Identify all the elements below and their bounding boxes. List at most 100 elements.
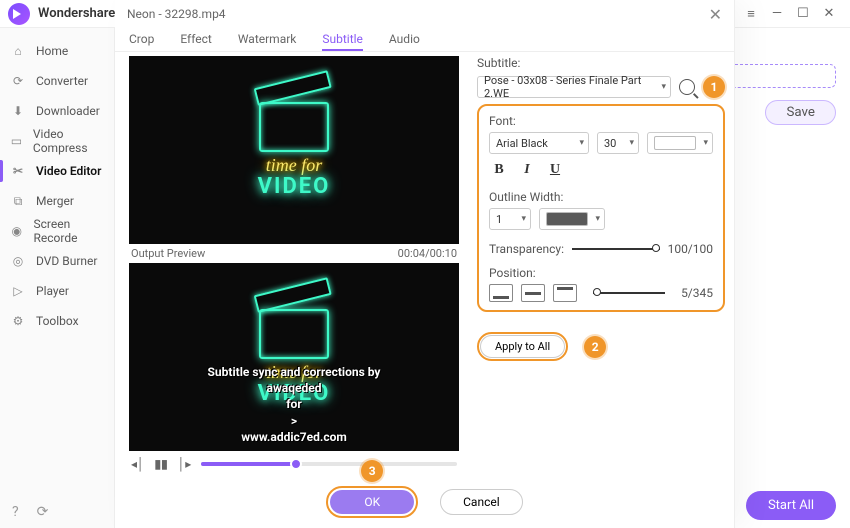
hamburger-icon[interactable]: ≡ (738, 4, 764, 24)
position-top-button[interactable] (553, 284, 577, 302)
next-button[interactable]: │▸ (178, 457, 192, 471)
sidebar-item-merger[interactable]: ⧉ Merger (0, 186, 114, 216)
sidebar-item-label: Toolbox (36, 314, 79, 328)
start-all-button[interactable]: Start All (746, 491, 836, 520)
annotation-2: 2 (584, 336, 606, 358)
editor-modal: Neon - 32298.mp4 ✕ Crop Effect Watermark… (115, 0, 735, 528)
home-icon: ⌂ (10, 43, 26, 59)
preview-label: Output Preview (131, 247, 205, 260)
tab-effect[interactable]: Effect (180, 32, 212, 51)
sidebar-item-label: Merger (36, 194, 74, 208)
font-size-select[interactable]: 30 (597, 132, 639, 154)
ok-button[interactable]: OK (330, 490, 414, 514)
position-value: 5/345 (681, 286, 713, 300)
font-name-select[interactable]: Arial Black (489, 132, 589, 154)
tab-watermark[interactable]: Watermark (238, 32, 297, 51)
help-icon[interactable]: ? (12, 504, 19, 520)
font-label: Font: (489, 114, 713, 128)
dvd-icon: ◎ (10, 253, 26, 269)
app-name: Wondershare (38, 6, 115, 21)
apply-to-all-button[interactable]: Apply to All (480, 335, 565, 358)
sidebar-item-label: Downloader (36, 104, 100, 118)
position-label: Position: (489, 266, 713, 280)
prev-button[interactable]: ◂│ (131, 457, 145, 471)
minimize-button[interactable]: — (764, 4, 790, 24)
apply-highlight: Apply to All (477, 332, 568, 361)
player-controls: ◂│ ▮▮ │▸ (129, 451, 459, 477)
sidebar-item-downloader[interactable]: ⬇ Downloader (0, 96, 114, 126)
tab-subtitle[interactable]: Subtitle (322, 32, 363, 51)
sidebar-item-label: Player (36, 284, 69, 298)
italic-button[interactable]: I (517, 160, 537, 180)
compress-icon: ▭ (10, 133, 23, 149)
merger-icon: ⧉ (10, 193, 26, 209)
search-subtitle-icon[interactable] (679, 79, 695, 95)
download-icon: ⬇ (10, 103, 26, 119)
preview-time: 00:04/00:10 (398, 247, 457, 260)
transparency-label: Transparency: (489, 242, 564, 256)
sidebar-item-toolbox[interactable]: ⚙ Toolbox (0, 306, 114, 336)
font-panel-highlight: Font: Arial Black 30 B I U Outline Width… (477, 104, 725, 312)
color-swatch (654, 136, 696, 150)
sidebar-item-dvd-burner[interactable]: ◎ DVD Burner (0, 246, 114, 276)
sidebar-item-converter[interactable]: ⟳ Converter (0, 66, 114, 96)
pause-button[interactable]: ▮▮ (155, 457, 168, 471)
sidebar-item-label: Home (36, 44, 68, 58)
outline-width-select[interactable]: 1 (489, 208, 531, 230)
clapperboard-icon (259, 309, 329, 359)
position-slider[interactable] (593, 292, 665, 294)
sidebar-item-label: Video Editor (36, 164, 101, 178)
maximize-button[interactable]: ☐ (790, 4, 816, 24)
subtitle-label: Subtitle: (477, 56, 725, 70)
font-color-select[interactable] (647, 132, 713, 154)
sidebar-item-video-editor[interactable]: ✂ Video Editor (0, 156, 114, 186)
transparency-slider[interactable] (572, 248, 660, 250)
play-icon: ▷ (10, 283, 26, 299)
seek-track[interactable] (201, 462, 457, 466)
annotation-3: 3 (361, 460, 383, 482)
neon-text-1: time for (258, 156, 331, 174)
outline-label: Outline Width: (489, 190, 713, 204)
position-bottom-button[interactable] (489, 284, 513, 302)
slider-knob[interactable] (593, 288, 601, 296)
refresh-icon[interactable]: ⟳ (37, 504, 49, 520)
tab-audio[interactable]: Audio (389, 32, 420, 51)
sidebar-item-player[interactable]: ▷ Player (0, 276, 114, 306)
ok-highlight: 3 OK (326, 486, 418, 518)
save-button[interactable]: Save (765, 100, 836, 125)
seek-progress (201, 462, 296, 466)
subtitle-file-select[interactable]: Pose - 03x08 - Series Finale Part 2.WE (477, 76, 671, 98)
toolbox-icon: ⚙ (10, 313, 26, 329)
sidebar-item-home[interactable]: ⌂ Home (0, 36, 114, 66)
modal-title: Neon - 32298.mp4 (127, 7, 226, 21)
tab-crop[interactable]: Crop (129, 32, 154, 51)
sidebar-item-video-compress[interactable]: ▭ Video Compress (0, 126, 114, 156)
cancel-button[interactable]: Cancel (440, 489, 523, 515)
record-icon: ◉ (10, 223, 23, 239)
source-preview: time for VIDEO (129, 56, 459, 244)
color-swatch (546, 212, 588, 226)
annotation-1: 1 (703, 76, 725, 98)
clapperboard-icon (259, 102, 329, 152)
editor-icon: ✂ (10, 163, 26, 179)
sidebar: ⌂ Home ⟳ Converter ⬇ Downloader ▭ Video Comp… (0, 28, 115, 528)
position-middle-button[interactable] (521, 284, 545, 302)
sidebar-item-label: Screen Recorde (33, 217, 104, 245)
close-button[interactable]: ✕ (816, 4, 842, 24)
sidebar-item-label: DVD Burner (36, 254, 97, 268)
modal-close-icon[interactable]: ✕ (709, 5, 722, 24)
neon-text-2: VIDEO (258, 174, 331, 199)
slider-knob[interactable] (652, 244, 660, 252)
sidebar-item-label: Converter (36, 74, 88, 88)
sidebar-item-screen-recorder[interactable]: ◉ Screen Recorde (0, 216, 114, 246)
sidebar-item-label: Video Compress (33, 127, 104, 155)
editor-tabs: Crop Effect Watermark Subtitle Audio (115, 28, 734, 52)
output-preview: time for VIDEO Subtitle sync and correct… (129, 263, 459, 451)
converter-icon: ⟳ (10, 73, 26, 89)
bold-button[interactable]: B (489, 160, 509, 180)
underline-button[interactable]: U (545, 160, 565, 180)
transparency-value: 100/100 (668, 242, 713, 256)
app-logo-icon (8, 3, 30, 25)
seek-knob[interactable] (290, 458, 302, 470)
outline-color-select[interactable] (539, 208, 605, 230)
